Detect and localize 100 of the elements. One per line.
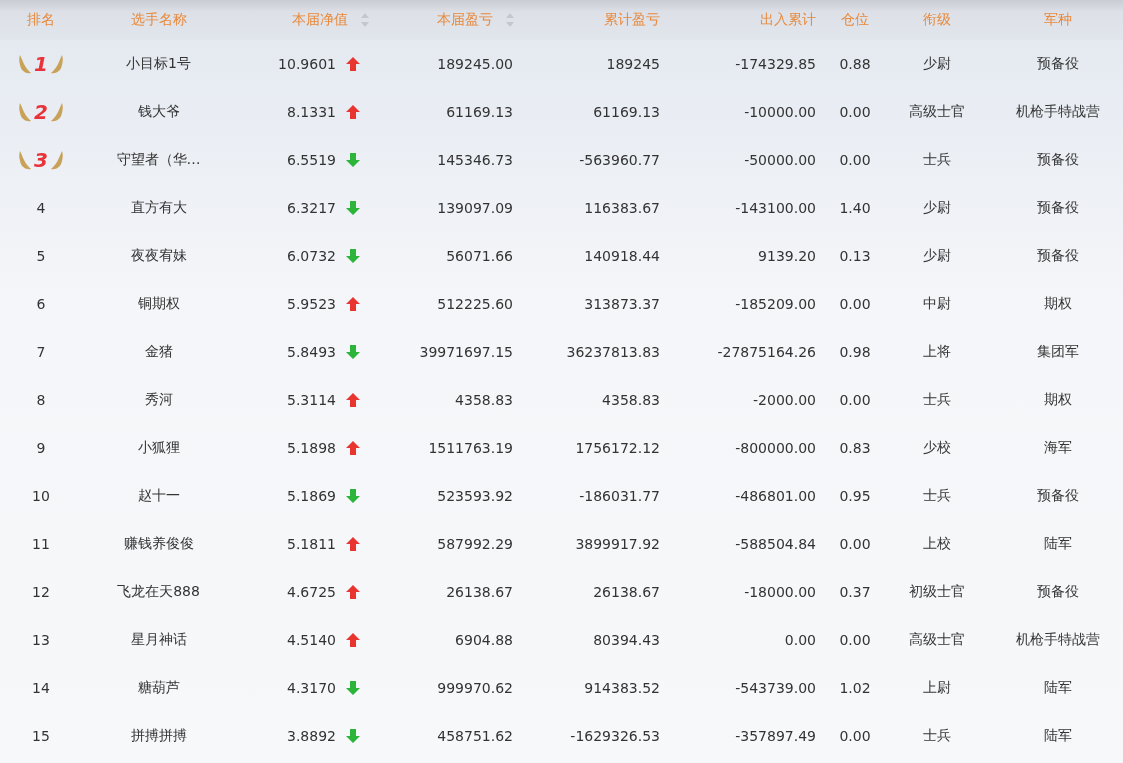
player-name: 夜夜宥妹 [130, 247, 187, 265]
rank-number: 5 [36, 248, 46, 264]
net-value: 5.8493 [287, 344, 336, 360]
net-flow: -357897.49 [735, 728, 816, 744]
period-profit: 512225.60 [437, 296, 513, 312]
medal-rank-number: 2 [34, 101, 48, 123]
branch-name: 期权 [1043, 391, 1072, 409]
period-profit: 189245.00 [437, 56, 513, 72]
wing-icon [49, 53, 64, 75]
total-profit: 313873.37 [584, 296, 660, 312]
medal-rank-number: 1 [34, 53, 48, 75]
net-value: 4.3170 [287, 680, 336, 696]
net-flow: -800000.00 [735, 440, 816, 456]
position-ratio: 0.00 [839, 632, 871, 648]
total-profit: -1629326.53 [570, 728, 660, 744]
period-profit: 139097.09 [437, 200, 513, 216]
player-name: 秀河 [144, 391, 173, 409]
total-profit: 189245 [606, 56, 660, 72]
net-value: 4.5140 [287, 632, 336, 648]
wing-icon [49, 149, 64, 171]
net-value: 6.5519 [287, 152, 336, 168]
period-profit: 1511763.19 [428, 440, 513, 456]
net-flow: -486801.00 [735, 488, 816, 504]
rank-title: 中尉 [923, 295, 951, 313]
position-ratio: 0.95 [839, 488, 871, 504]
net-flow: -50000.00 [744, 152, 816, 168]
rank-number: 15 [32, 728, 50, 744]
position-ratio: 0.00 [839, 728, 871, 744]
branch-name: 预备役 [1036, 583, 1079, 601]
position-ratio: 0.00 [839, 296, 871, 312]
player-name: 金猪 [144, 343, 173, 361]
column-header[interactable]: 本届盈亏 [437, 11, 515, 29]
column-header: 选手名称 [130, 11, 187, 29]
rank-title: 士兵 [923, 487, 951, 505]
period-profit: 523593.92 [437, 488, 513, 504]
period-profit: 145346.73 [437, 152, 513, 168]
position-ratio: 0.00 [839, 536, 871, 552]
total-profit: 61169.13 [593, 104, 660, 120]
net-value: 6.0732 [287, 248, 336, 264]
player-name: 直方有大 [130, 199, 187, 217]
position-ratio: 0.98 [839, 344, 871, 360]
player-name: 赚钱养俊俊 [123, 535, 194, 553]
wing-icon [18, 101, 33, 123]
net-flow: -185209.00 [735, 296, 816, 312]
column-header: 出入累计 [760, 11, 816, 29]
period-profit: 6904.88 [455, 632, 513, 648]
net-value: 3.8892 [287, 728, 336, 744]
column-header[interactable]: 本届净值 [292, 11, 370, 29]
rank-title: 少尉 [923, 55, 951, 73]
rank-title: 少校 [923, 439, 951, 457]
total-profit: 36237813.83 [566, 344, 660, 360]
branch-name: 陆军 [1043, 535, 1072, 553]
branch-name: 陆军 [1043, 679, 1072, 697]
rank-number: 11 [32, 536, 50, 552]
rank-title: 士兵 [923, 727, 951, 745]
period-profit: 999970.62 [437, 680, 513, 696]
player-name: 铜期权 [137, 295, 180, 313]
player-name: 守望者（华… [116, 151, 201, 169]
total-profit: 1756172.12 [575, 440, 660, 456]
rank-number: 7 [36, 344, 46, 360]
position-ratio: 0.00 [839, 104, 871, 120]
total-profit: -563960.77 [579, 152, 660, 168]
period-profit: 56071.66 [446, 248, 513, 264]
position-ratio: 1.02 [839, 680, 871, 696]
total-profit: 80394.43 [593, 632, 660, 648]
rank-number: 14 [32, 680, 50, 696]
rank-title: 上将 [923, 343, 951, 361]
net-flow: -588504.84 [735, 536, 816, 552]
sort-icon[interactable] [360, 12, 370, 28]
branch-name: 预备役 [1036, 55, 1079, 73]
net-flow: -143100.00 [735, 200, 816, 216]
total-profit: 3899917.92 [575, 536, 660, 552]
net-value: 5.1898 [287, 440, 336, 456]
rank-number: 13 [32, 632, 50, 648]
net-flow: 0.00 [784, 632, 816, 648]
branch-name: 预备役 [1036, 151, 1079, 169]
period-profit: 26138.67 [446, 584, 513, 600]
period-profit: 458751.62 [437, 728, 513, 744]
rank-title: 士兵 [923, 391, 951, 409]
column-header: 衔级 [923, 11, 951, 29]
branch-name: 期权 [1043, 295, 1072, 313]
branch-name: 预备役 [1036, 487, 1079, 505]
player-name: 小狐狸 [137, 439, 180, 457]
player-name: 赵十一 [137, 487, 180, 505]
wing-icon [18, 53, 33, 75]
net-value: 8.1331 [287, 104, 336, 120]
player-name: 星月神话 [130, 631, 187, 649]
player-name: 飞龙在天888 [117, 583, 200, 601]
total-profit: 140918.44 [584, 248, 660, 264]
position-ratio: 0.88 [839, 56, 871, 72]
period-profit: 4358.83 [455, 392, 513, 408]
rank-title: 少尉 [923, 199, 951, 217]
branch-name: 陆军 [1043, 727, 1072, 745]
branch-name: 集团军 [1036, 343, 1079, 361]
column-header: 仓位 [841, 11, 869, 29]
net-flow: -18000.00 [744, 584, 816, 600]
branch-name: 海军 [1043, 439, 1072, 457]
branch-name: 预备役 [1036, 247, 1079, 265]
sort-icon[interactable] [505, 12, 515, 28]
net-value: 5.1869 [287, 488, 336, 504]
